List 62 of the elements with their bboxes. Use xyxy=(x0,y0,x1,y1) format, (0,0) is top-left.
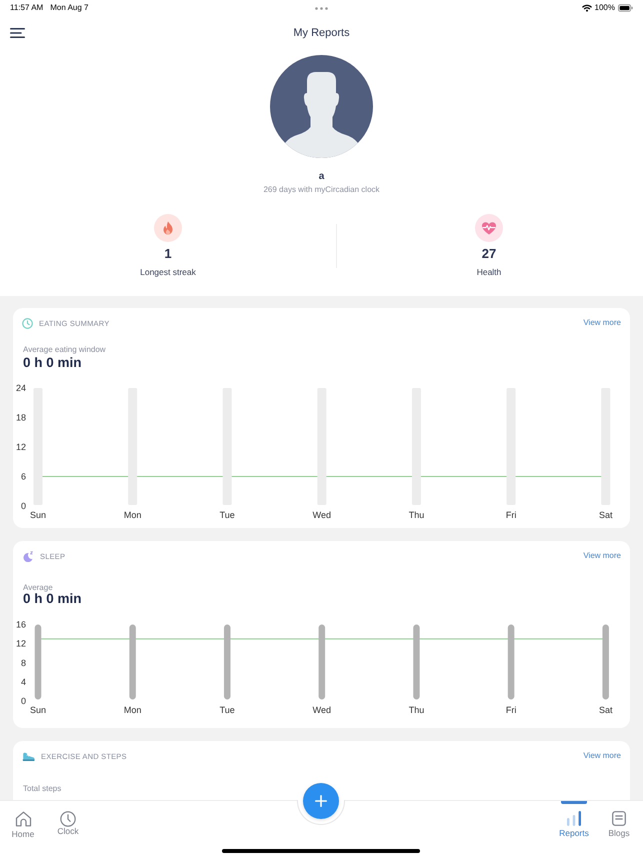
day-label: Wed xyxy=(312,510,332,520)
day-label: Mon xyxy=(124,705,142,715)
status-time: 11:57 AM xyxy=(10,3,44,13)
day-label: Tue xyxy=(220,510,235,520)
tab[interactable]: Clock xyxy=(50,801,86,845)
view-more-link[interactable]: View more xyxy=(583,318,621,328)
clock-icon xyxy=(22,318,33,328)
flame-icon xyxy=(154,214,182,242)
day-label: Thu xyxy=(408,705,424,715)
y-axis-label: 18 xyxy=(16,412,26,422)
user-name: a xyxy=(318,171,324,183)
day-label: Mon xyxy=(124,510,142,520)
menu-icon xyxy=(10,28,25,38)
document-icon xyxy=(612,811,626,826)
battery-icon xyxy=(618,4,633,12)
heart-pulse-icon xyxy=(475,214,503,242)
avatar-icon xyxy=(270,55,373,158)
view-more-link[interactable]: View more xyxy=(583,751,621,761)
status-date: Mon Aug 7 xyxy=(50,3,88,13)
day-label: Thu xyxy=(408,510,424,520)
stat-value: 27 xyxy=(482,246,496,262)
clock-icon xyxy=(60,811,76,827)
day-label: Fri xyxy=(506,705,516,715)
day-label: Sun xyxy=(30,705,46,715)
y-axis-label: 6 xyxy=(20,472,26,482)
day-label: Sun xyxy=(30,510,46,520)
y-axis-label: 12 xyxy=(16,442,26,452)
user-subtitle: 269 days with myCircadian clock xyxy=(263,185,380,195)
y-axis-label: 8 xyxy=(20,658,26,668)
bar-chart-icon xyxy=(566,811,582,826)
y-axis-label: 0 xyxy=(20,696,26,706)
metric-label: Total steps xyxy=(23,784,62,794)
day-label: Sat xyxy=(598,510,612,520)
day-label: Fri xyxy=(506,510,516,520)
moon-icon xyxy=(22,550,34,562)
home-icon xyxy=(14,811,32,827)
battery-percent: 100% xyxy=(594,3,615,13)
sneaker-icon xyxy=(22,750,35,762)
day-label: Tue xyxy=(220,705,235,715)
day-label: Sat xyxy=(598,705,612,715)
tab[interactable]: Reports xyxy=(552,801,596,845)
page-title: My Reports xyxy=(293,26,350,40)
tab[interactable]: Blogs xyxy=(601,801,637,845)
wifi-icon xyxy=(582,4,592,12)
y-axis-label: 12 xyxy=(16,638,26,649)
y-axis-label: 4 xyxy=(20,676,26,687)
stat-label: Longest streak xyxy=(140,267,196,277)
dots-icon xyxy=(315,6,328,10)
plus-icon xyxy=(315,795,327,807)
day-label: Wed xyxy=(312,705,332,715)
stat-value: 1 xyxy=(164,246,172,262)
y-axis-label: 0 xyxy=(20,501,26,511)
view-more-link[interactable]: View more xyxy=(583,551,621,561)
y-axis-label: 16 xyxy=(16,620,26,630)
tab[interactable]: Home xyxy=(5,801,41,845)
stat-label: Health xyxy=(476,267,502,277)
menu-button[interactable] xyxy=(10,28,25,38)
metric-label: Average xyxy=(23,583,53,593)
y-axis-label: 24 xyxy=(16,383,26,393)
metric-value: 0 h 0 min xyxy=(23,355,82,371)
metric-label: Average eating window xyxy=(23,345,106,355)
metric-value: 0 h 0 min xyxy=(23,592,82,606)
